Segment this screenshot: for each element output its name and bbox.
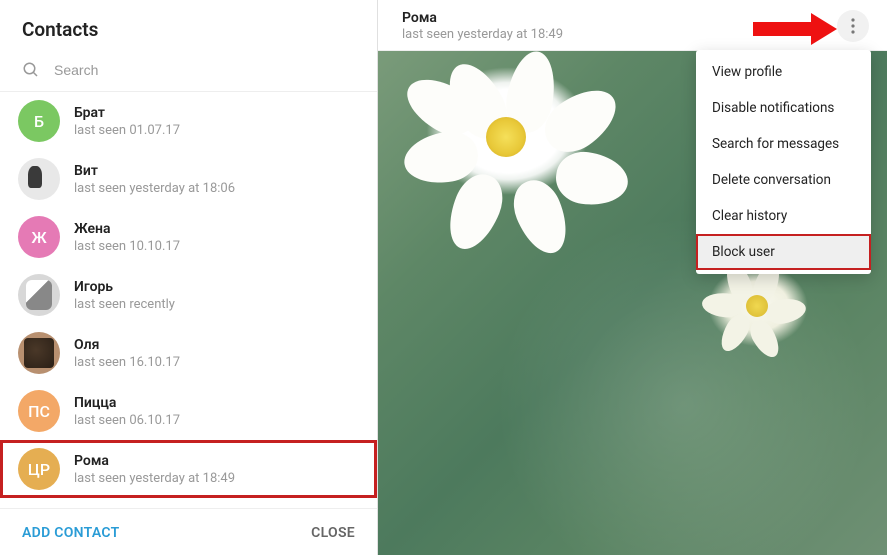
search-input[interactable] xyxy=(54,62,359,78)
contact-item[interactable]: Игорь last seen recently xyxy=(0,266,377,324)
contact-item[interactable]: Б Брат last seen 01.07.17 xyxy=(0,92,377,150)
contact-item[interactable]: Ж Жена last seen 10.10.17 xyxy=(0,208,377,266)
menu-item[interactable]: Block user xyxy=(696,234,871,270)
contact-text: Брат last seen 01.07.17 xyxy=(74,105,359,138)
contact-status: last seen recently xyxy=(74,297,359,312)
contact-status: last seen 01.07.17 xyxy=(74,123,359,138)
chat-panel: Рома last seen yesterday at 18:49 View p… xyxy=(378,0,887,555)
search-icon xyxy=(22,61,40,79)
avatar: ПС xyxy=(18,390,60,432)
avatar xyxy=(18,158,60,200)
contact-status: last seen yesterday at 18:06 xyxy=(74,181,359,196)
avatar: Ж xyxy=(18,216,60,258)
annotation-arrow xyxy=(753,14,839,42)
contacts-panel: Contacts Б Брат last seen 01.07.17 Вит last … xyxy=(0,0,378,555)
contact-name: Оля xyxy=(74,337,359,353)
contacts-title: Contacts xyxy=(0,0,377,55)
avatar xyxy=(18,332,60,374)
contact-item[interactable]: ПС Пицца last seen 06.10.17 xyxy=(0,382,377,440)
avatar xyxy=(18,274,60,316)
add-contact-button[interactable]: ADD CONTACT xyxy=(22,525,120,541)
contact-name: Брат xyxy=(74,105,359,121)
menu-item[interactable]: Search for messages xyxy=(696,126,871,162)
contact-name: Игорь xyxy=(74,279,359,295)
avatar: Б xyxy=(18,100,60,142)
more-vertical-icon xyxy=(851,18,855,34)
contact-status: last seen yesterday at 18:49 xyxy=(74,471,359,486)
contact-name: Вит xyxy=(74,163,359,179)
contact-text: Вит last seen yesterday at 18:06 xyxy=(74,163,359,196)
menu-item[interactable]: Delete conversation xyxy=(696,162,871,198)
contact-item[interactable]: Оля last seen 16.10.17 xyxy=(0,324,377,382)
contact-name: Рома xyxy=(74,453,359,469)
search-row[interactable] xyxy=(0,55,377,92)
contact-status: last seen 06.10.17 xyxy=(74,413,359,428)
more-options-button[interactable] xyxy=(837,10,869,42)
contact-text: Оля last seen 16.10.17 xyxy=(74,337,359,370)
avatar: ЦР xyxy=(18,448,60,490)
contact-text: Рома last seen yesterday at 18:49 xyxy=(74,453,359,486)
contact-status: last seen 16.10.17 xyxy=(74,355,359,370)
close-button[interactable]: CLOSE xyxy=(311,525,355,541)
menu-item[interactable]: Clear history xyxy=(696,198,871,234)
menu-item[interactable]: View profile xyxy=(696,54,871,90)
contact-name: Пицца xyxy=(74,395,359,411)
contact-text: Пицца last seen 06.10.17 xyxy=(74,395,359,428)
contacts-footer: ADD CONTACT CLOSE xyxy=(0,508,377,555)
contact-text: Жена last seen 10.10.17 xyxy=(74,221,359,254)
chat-options-menu: View profileDisable notificationsSearch … xyxy=(696,50,871,274)
contact-text: Игорь last seen recently xyxy=(74,279,359,312)
contact-name: Жена xyxy=(74,221,359,237)
contact-item[interactable]: Вит last seen yesterday at 18:06 xyxy=(0,150,377,208)
contact-status: last seen 10.10.17 xyxy=(74,239,359,254)
menu-item[interactable]: Disable notifications xyxy=(696,90,871,126)
contact-item[interactable]: ЦР Рома last seen yesterday at 18:49 xyxy=(0,440,377,498)
contact-list[interactable]: Б Брат last seen 01.07.17 Вит last seen yest… xyxy=(0,92,377,508)
